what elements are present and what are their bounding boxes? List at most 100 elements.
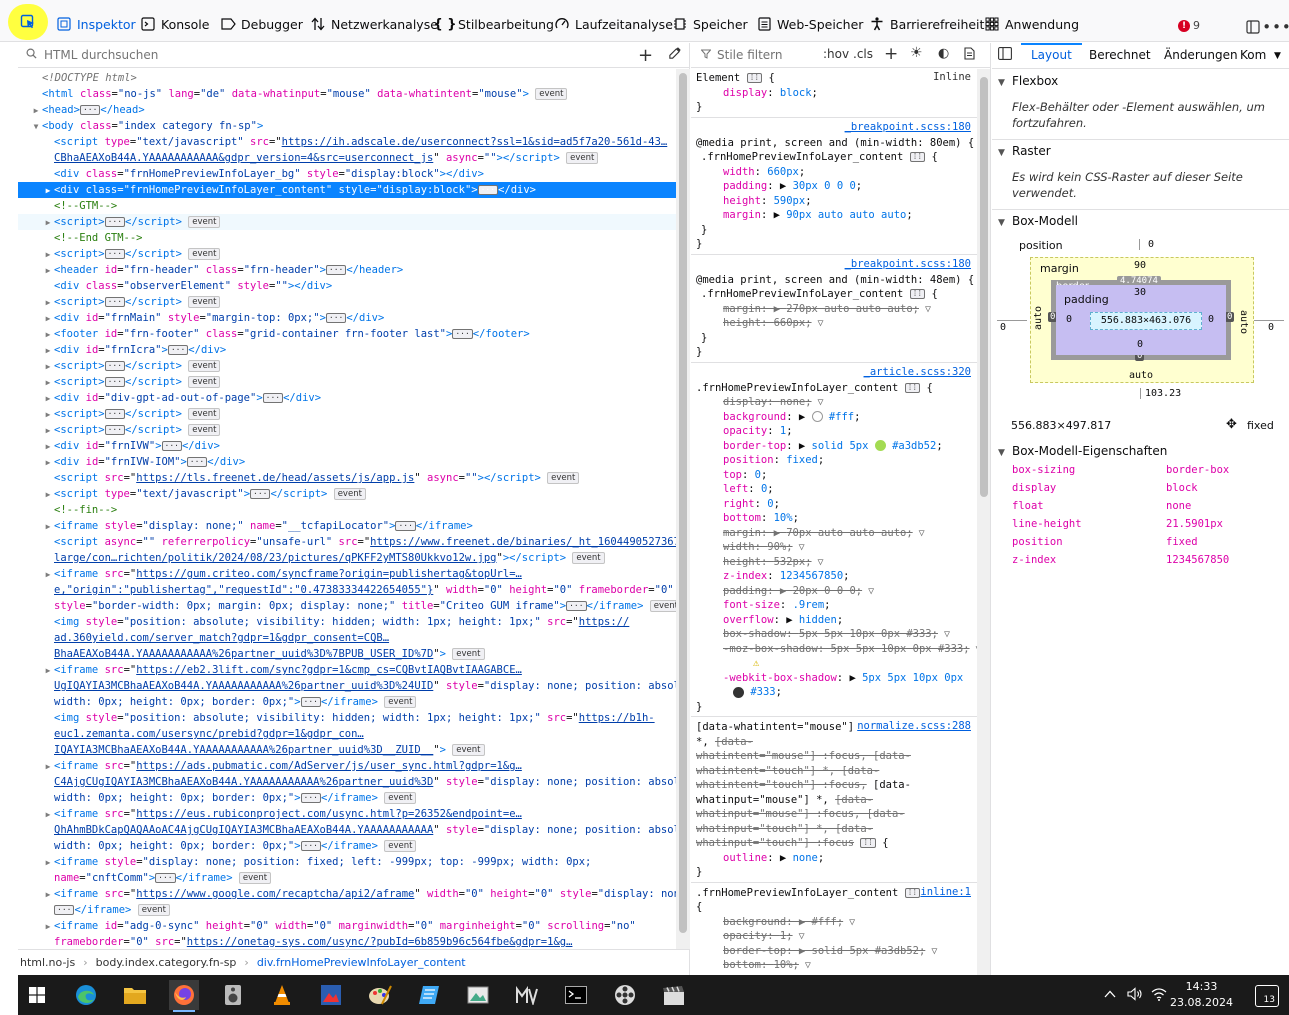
rule-source-link[interactable]: inline:1 <box>920 886 971 898</box>
markup-scrollbar[interactable] <box>676 69 690 949</box>
taskbar-clock[interactable]: 14:33 23.08.2024 <box>1170 979 1233 1011</box>
tab-accessibility[interactable]: Barrierefreiheit <box>869 12 984 36</box>
network-icon[interactable] <box>1151 987 1167 1004</box>
markup-node[interactable]: ▶ <div id="frnMain" style="margin-top: 0p… <box>18 310 676 326</box>
markup-node[interactable]: euc1.zemanta.com/usersync/prebid?gdpr=1&… <box>18 726 676 742</box>
markup-node[interactable]: ▶ <div id="div-gpt-ad-out-of-page"> ··· </d… <box>18 390 676 406</box>
markup-node[interactable]: ▶ <div id="frnIVW"> ··· </div> <box>18 438 676 454</box>
css-declaration[interactable]: border-top: ▶ solid 5px #a3db52; ▽ <box>723 944 937 958</box>
element-picker-button[interactable] <box>8 4 48 40</box>
padding-right[interactable]: 0 <box>1208 314 1214 325</box>
markup-node[interactable]: BhaAEAXoB44A.YAAAAAAAAAAA%26partner_uuid… <box>18 646 676 662</box>
tab-performance[interactable]: Laufzeitanalyse <box>554 12 673 36</box>
css-declaration[interactable]: display: block; <box>723 86 818 100</box>
css-declaration[interactable]: padding: ▶ 30px 0 0 0; <box>723 179 862 193</box>
start-button[interactable] <box>22 980 52 1010</box>
error-count-badge[interactable]: ! 9 <box>1178 19 1200 32</box>
css-declaration[interactable]: top: 0; <box>723 468 767 482</box>
markup-node[interactable]: name="cnftComm"> ··· </iframe> event <box>18 870 676 886</box>
tab-debugger[interactable]: Debugger <box>220 12 303 36</box>
markup-node[interactable]: C4AjgCUgIQAYIA3MCBhaAEAXoB44A.YAAAAAAAAA… <box>18 774 676 790</box>
markup-node[interactable]: style="border-width: 0px; margin: 0px; d… <box>18 598 676 614</box>
markup-node[interactable]: width: 0px; height: 0px; border: 0px;"> ·… <box>18 838 676 854</box>
css-declaration[interactable]: margin: ▶ 70px auto auto auto; ▽ <box>723 526 925 540</box>
padding-left[interactable]: 0 <box>1066 314 1072 325</box>
css-declaration[interactable]: right: 0; <box>723 497 780 511</box>
film-reel-icon[interactable] <box>610 980 640 1010</box>
markup-node[interactable]: ▶ <script> ··· </script> event <box>18 358 676 374</box>
css-declaration[interactable]: height: 590px; <box>723 194 812 208</box>
markup-node[interactable]: ▶ <iframe src="https://eb2.3lift.com/sync… <box>18 662 676 678</box>
dark-mode-icon[interactable]: ◐ <box>938 46 949 61</box>
markup-node[interactable]: ▶ <script type="text/javascript"> ··· </scr… <box>18 486 676 502</box>
markup-node[interactable]: ▶ <iframe style="display: none;" name="__… <box>18 518 676 534</box>
css-declaration[interactable]: height: 532px; ▽ <box>723 555 824 569</box>
rules-scrollbar[interactable] <box>977 69 990 975</box>
mediaview-icon[interactable] <box>512 980 542 1010</box>
light-mode-icon[interactable]: ☀ <box>910 45 923 61</box>
tray-expand-icon[interactable] <box>1104 987 1116 1001</box>
markup-node[interactable]: e,"origin":"publishertag","requestId":"0… <box>18 582 676 598</box>
tab-compatibility[interactable]: Kom <box>1240 48 1266 62</box>
classes-toggle[interactable]: .cls <box>853 47 873 61</box>
grid-section-header[interactable]: ▼ Raster <box>998 144 1051 158</box>
position-bottom[interactable]: 103.23 <box>1140 388 1181 399</box>
markup-node[interactable]: <!--GTM--> <box>18 198 676 214</box>
css-declaration[interactable]: position: fixed; <box>723 453 824 467</box>
css-declaration[interactable]: display: none; ▽ <box>723 395 824 409</box>
padding-bottom[interactable]: 0 <box>1137 339 1143 350</box>
css-declaration[interactable]: outline: ▶ none; <box>723 851 824 865</box>
markup-node[interactable]: ▶ <div id="frnIcra"> ··· </div> <box>18 342 676 358</box>
file-explorer-icon[interactable] <box>120 980 150 1010</box>
markup-node[interactable]: ▶ <script> ··· </script> event <box>18 214 676 230</box>
markup-node[interactable]: ▶ <script> ··· </script> event <box>18 374 676 390</box>
dock-options-icon[interactable] <box>1244 18 1262 36</box>
css-declaration[interactable]: font-size: .9rem; <box>723 598 831 612</box>
breadcrumb-item[interactable]: div.frnHomePreviewInfoLayer_content <box>257 956 466 969</box>
firefox-icon[interactable] <box>169 980 199 1012</box>
markup-node[interactable]: ▶ <iframe style="display: none; position:… <box>18 854 676 870</box>
css-declaration[interactable]: background: ▶ #fff; <box>723 410 860 424</box>
css-declaration[interactable]: border-top: ▶ solid 5px #a3db52; <box>723 439 943 453</box>
css-declaration[interactable]: box-shadow: 5px 5px 10px 0px #333; ▽ <box>723 627 950 641</box>
markup-node[interactable]: ▶ <iframe id="adg-0-sync" height="0" widt… <box>18 918 676 934</box>
markup-node[interactable]: ad.360yield.com/server_match?gdpr=1&gdpr… <box>18 630 676 646</box>
markup-node-selected[interactable]: ▶ <div class="frnHomePreviewInfoLayer_con… <box>18 182 676 198</box>
css-declaration[interactable]: opacity: 1; <box>723 424 793 438</box>
margin-bottom[interactable]: auto <box>1129 370 1153 381</box>
tab-network[interactable]: Netzwerkanalyse <box>310 12 438 36</box>
toggle-sidebar-icon[interactable] <box>998 47 1012 63</box>
markup-node[interactable]: ▶ <iframe src="https://ads.pubmatic.com/A… <box>18 758 676 774</box>
add-rule-icon[interactable]: + <box>884 44 898 64</box>
markup-node[interactable]: ▶ <iframe src="https://www.google.com/rec… <box>18 886 676 902</box>
margin-right[interactable]: auto <box>1238 310 1249 334</box>
markup-node[interactable]: ▶ <head> ··· </head> <box>18 102 676 118</box>
margin-left[interactable]: auto <box>1033 306 1044 330</box>
vlc-icon[interactable] <box>267 980 297 1010</box>
css-declaration[interactable]: margin: ▶ 90px auto auto auto; <box>723 208 913 222</box>
markup-node[interactable]: QhAhmBDkCapQAQAAoAC4AjgCUgIQAYIA3MCBhaAE… <box>18 822 676 838</box>
rule-source-link[interactable]: _breakpoint.scss:180 <box>845 258 971 270</box>
print-media-icon[interactable] <box>964 47 975 63</box>
css-declaration[interactable]: margin: ▶ 270px auto auto auto; ▽ <box>723 302 931 316</box>
markup-node[interactable]: width: 0px; height: 0px; border: 0px;"> ·… <box>18 790 676 806</box>
tabs-overflow-icon[interactable]: ▼ <box>1274 51 1281 61</box>
tab-inspector[interactable]: Inspektor <box>56 12 136 36</box>
hover-states-toggle[interactable]: :hov <box>823 47 849 61</box>
terminal-icon[interactable] <box>561 980 591 1010</box>
markup-node[interactable]: <div class="frnHomePreviewInfoLayer_bg" … <box>18 166 676 182</box>
breadcrumb-item[interactable]: body.index.category.fn-sp <box>96 956 237 969</box>
css-declaration[interactable]: background: ▶ #fff; ▽ <box>723 915 855 929</box>
markup-node[interactable]: <script async="" referrerpolicy="unsafe-… <box>18 534 676 550</box>
eyedropper-icon[interactable] <box>668 47 681 64</box>
markup-node[interactable]: <!--fin--> <box>18 502 676 518</box>
markup-node[interactable]: <script type="text/javascript" src="http… <box>18 134 676 150</box>
markup-node[interactable]: CBhaAEAXoB44A.YAAAAAAAAAAA&gdpr_version=… <box>18 150 676 166</box>
tab-style-editor[interactable]: { } Stilbearbeitung <box>433 12 554 36</box>
markup-node[interactable]: ▶ <div id="frnIVW-IOM"> ··· </div> <box>18 454 676 470</box>
markup-node[interactable]: <img style="position: absolute; visibili… <box>18 710 676 726</box>
markup-node[interactable]: <img style="position: absolute; visibili… <box>18 614 676 630</box>
content-box[interactable]: 556.883×463.076 <box>1090 312 1202 330</box>
photo-viewer-icon[interactable] <box>463 980 493 1010</box>
tab-memory[interactable]: Speicher <box>672 12 748 36</box>
